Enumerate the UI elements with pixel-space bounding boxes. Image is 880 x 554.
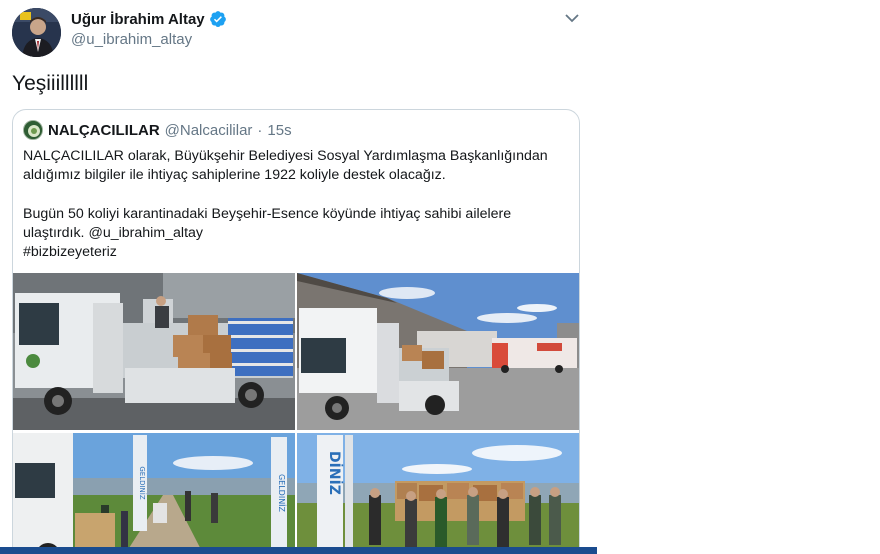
quoted-avatar-image [24, 121, 42, 139]
banner-big-text: DİNİZ [326, 451, 343, 495]
avatar-image [12, 8, 61, 57]
tweet-card: Uğur İbrahim Altay @u_ibrahim_altay Yeşi… [0, 0, 597, 554]
empty-area [597, 0, 880, 554]
photo-volunteers-group[interactable]: DİNİZ [297, 433, 579, 554]
author-name-row[interactable]: Uğur İbrahim Altay [71, 10, 227, 28]
banner-left-text: GELDINİZ [138, 466, 147, 500]
photo-village-road[interactable]: GELDINİZ GELDINİZ [13, 433, 295, 554]
photo-grid: GELDINİZ GELDINİZ DİNİZ [13, 273, 579, 554]
verified-badge-icon [209, 11, 226, 27]
tweet-text: Yeşiiillllll [12, 72, 89, 95]
photo-truck-warehouse-image [297, 273, 579, 430]
photo-truck-warehouse[interactable] [297, 273, 579, 430]
photo-volunteers-group-image: DİNİZ [297, 433, 579, 554]
quoted-tweet[interactable]: NALÇACILILAR @Nalcacililar · 15s NALÇACI… [12, 109, 580, 554]
chevron-down-icon[interactable] [562, 10, 582, 26]
bottom-taskbar-edge [0, 547, 597, 554]
quoted-tweet-text: NALÇACILILAR olarak, Büyükşehir Belediye… [23, 147, 571, 262]
photo-village-road-image: GELDINİZ GELDINİZ [13, 433, 295, 554]
hashtag-line: #bizbizeyeteriz [23, 244, 117, 261]
quoted-text-line: Bugün 50 koliyi karantinadaki Beyşehir-E… [23, 205, 512, 222]
photo-truck-loading-image [13, 273, 295, 430]
quoted-tweet-header: NALÇACILILAR @Nalcacililar · 15s [23, 120, 292, 140]
banner-right-text: GELDINİZ [277, 474, 287, 513]
photo-truck-loading[interactable] [13, 273, 295, 430]
quoted-timestamp[interactable]: 15s [267, 122, 291, 139]
author-name[interactable]: Uğur İbrahim Altay [71, 11, 205, 28]
quoted-text-line: aldığımız bilgiler ile ihtiyaç sahipleri… [23, 167, 446, 184]
quoted-author-name[interactable]: NALÇACILILAR [48, 122, 160, 139]
quoted-text-line: ulaştırdık. @u_ibrahim_altay [23, 224, 204, 241]
quoted-avatar [23, 120, 43, 140]
author-handle[interactable]: @u_ibrahim_altay [71, 31, 192, 48]
author-avatar[interactable] [12, 8, 61, 57]
separator-dot: · [257, 121, 263, 139]
quoted-text-line: NALÇACILILAR olarak, Büyükşehir Belediye… [23, 148, 548, 164]
quoted-author-handle[interactable]: @Nalcacililar [165, 122, 253, 139]
